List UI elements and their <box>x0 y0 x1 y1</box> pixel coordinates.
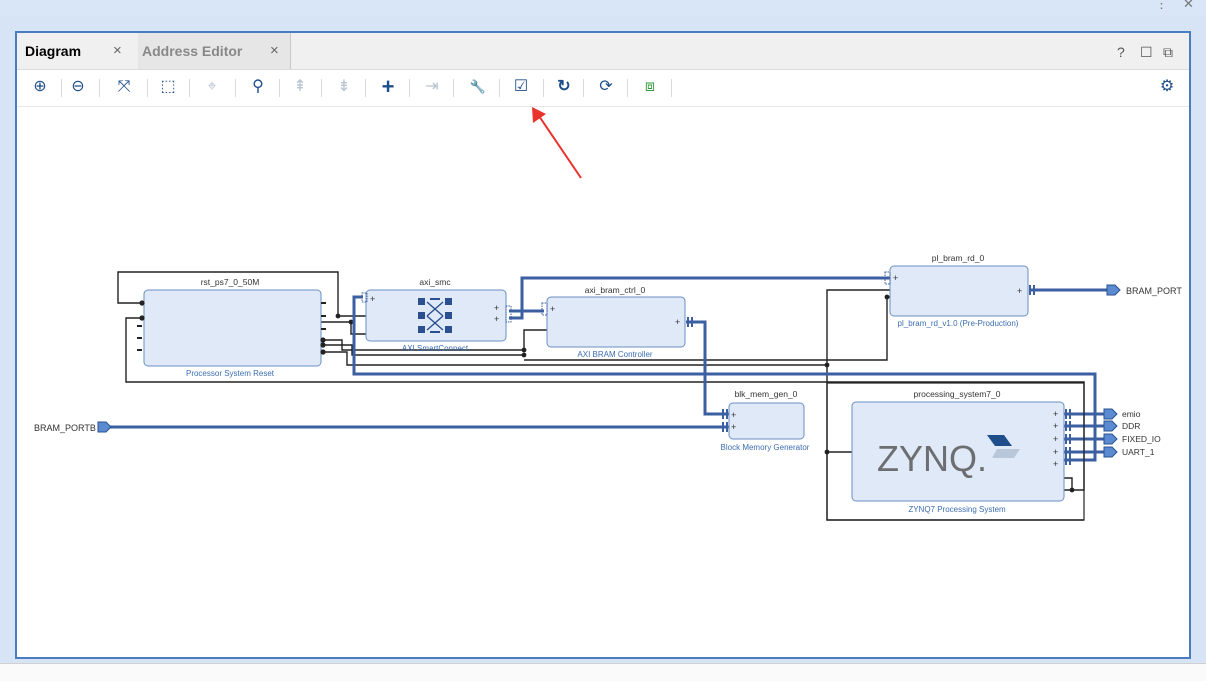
ps7-instance-label: processing_system7_0 <box>914 389 1001 399</box>
tab-diagram-close-icon[interactable]: × <box>113 33 122 69</box>
ps7-type-label: ZYNQ7 Processing System <box>908 505 1006 514</box>
toolbar-separator <box>365 79 366 97</box>
bottom-panel-edge <box>0 663 1206 681</box>
zynq-logo-text: ZYNQ. <box>877 438 987 479</box>
svg-text:+: + <box>370 294 375 304</box>
toolbar-separator <box>321 79 322 97</box>
close-icon[interactable]: ✕ <box>1183 0 1194 12</box>
toolbar-separator <box>409 79 410 97</box>
svg-text:+: + <box>494 314 499 324</box>
svg-text:+: + <box>731 422 736 432</box>
ps7-port-emio[interactable]: emio <box>1103 408 1141 420</box>
customize-wrench-icon[interactable]: 🔧 <box>467 76 489 98</box>
rst-type-label: Processor System Reset <box>186 369 275 378</box>
maximize-icon[interactable]: ☐ <box>1140 33 1153 69</box>
add-ip-icon[interactable]: + <box>377 76 399 98</box>
svg-text:+: + <box>1053 447 1058 457</box>
toolbar-separator <box>99 79 100 97</box>
svg-text:+: + <box>1053 421 1058 431</box>
diagram-toolbar: ⊕ ⊖ ⤧ ⬚ ⌖ ⚲ ⇞ ⇟ + ⇥ 🔧 ☑ ↻ ⟳ ⧈ ⚙ <box>17 70 1189 107</box>
svg-text:UART_1: UART_1 <box>1122 447 1155 457</box>
svg-text:+: + <box>1053 459 1058 469</box>
zoom-out-icon[interactable]: ⊖ <box>67 76 89 98</box>
diagram-canvas[interactable]: BRAM_PORT BRAM_PORTB emio DDR FIXED_IO U… <box>17 107 1189 657</box>
toolbar-separator <box>671 79 672 97</box>
svg-text:+: + <box>494 303 499 313</box>
bram-portb-label: BRAM_PORTB <box>34 423 96 433</box>
collapse-all-icon[interactable]: ⇞ <box>289 76 311 98</box>
tab-bar: Diagram × Address Editor × ? ☐ ⧉ <box>17 33 1189 70</box>
tab-diagram-label: Diagram <box>25 43 82 59</box>
smc-instance-label: axi_smc <box>419 277 451 287</box>
blk-mem-type-label: Block Memory Generator <box>721 443 810 452</box>
block-rst-ps7[interactable]: rst_ps7_0_50M Processor System Reset <box>137 277 326 378</box>
search-icon[interactable]: ⚲ <box>247 76 269 98</box>
bram-ctrl-type-label: AXI BRAM Controller <box>577 350 652 359</box>
pl-bram-instance-label: pl_bram_rd_0 <box>932 253 985 263</box>
auto-fit-selection-icon[interactable]: ⌖ <box>201 76 223 98</box>
toolbar-separator <box>189 79 190 97</box>
help-icon[interactable]: ? <box>1117 33 1125 69</box>
rst-instance-label: rst_ps7_0_50M <box>201 277 260 287</box>
toolbar-separator <box>543 79 544 97</box>
toolbar-separator <box>453 79 454 97</box>
toolbar-separator <box>499 79 500 97</box>
settings-gear-icon[interactable]: ⚙ <box>1156 76 1178 98</box>
svg-text:+: + <box>550 304 555 314</box>
block-axi-bram-ctrl[interactable]: axi_bram_ctrl_0 + + AXI BRAM Controller <box>541 285 693 359</box>
pl-bram-type-label: pl_bram_rd_v1.0 (Pre-Production) <box>898 319 1019 328</box>
zoom-in-icon[interactable]: ⊕ <box>29 76 51 98</box>
block-axi-smc[interactable]: axi_smc + + + AXI SmartConnect <box>361 277 512 353</box>
block-pl-bram-rd[interactable]: pl_bram_rd_0 + + pl_bram_rd_v1.0 (Pre-Pr… <box>884 253 1035 328</box>
toolbar-separator <box>61 79 62 97</box>
blk-mem-instance-label: blk_mem_gen_0 <box>735 389 798 399</box>
more-options-icon[interactable]: ⋮ <box>1155 0 1168 12</box>
toolbar-separator <box>627 79 628 97</box>
ps7-port-uart-1[interactable]: UART_1 <box>1103 446 1155 458</box>
svg-text:FIXED_IO: FIXED_IO <box>1122 434 1161 444</box>
diagram-panel: Diagram × Address Editor × ? ☐ ⧉ ⊕ ⊖ ⤧ ⬚… <box>15 31 1191 659</box>
svg-text:emio: emio <box>1122 409 1141 419</box>
svg-text:+: + <box>1053 409 1058 419</box>
svg-text:+: + <box>1053 434 1058 444</box>
optimize-routing-icon[interactable]: ⟳ <box>595 76 617 98</box>
toolbar-separator <box>147 79 148 97</box>
block-processing-system7[interactable]: processing_system7_0 ZYNQ. + + + + + ZYN… <box>826 382 1085 521</box>
expand-all-icon[interactable]: ⇟ <box>333 76 355 98</box>
bram-ctrl-instance-label: axi_bram_ctrl_0 <box>585 285 646 295</box>
svg-text:+: + <box>675 317 680 327</box>
title-strip: ⋮ ✕ <box>0 0 1206 16</box>
toolbar-separator <box>235 79 236 97</box>
external-port-bram-port[interactable]: BRAM_PORT <box>1106 284 1182 296</box>
zoom-fit-icon[interactable]: ⤧ <box>113 76 135 98</box>
block-blk-mem-gen[interactable]: blk_mem_gen_0 + + Block Memory Generator <box>721 389 810 452</box>
svg-text:+: + <box>893 273 898 283</box>
tab-address-editor-close-icon[interactable]: × <box>270 33 279 69</box>
make-connection-icon[interactable]: ⇥ <box>421 76 443 98</box>
validate-design-icon[interactable]: ☑ <box>510 76 532 98</box>
toolbar-separator <box>279 79 280 97</box>
add-module-icon[interactable]: ⧈ <box>639 76 661 98</box>
tab-address-editor[interactable]: Address Editor × <box>138 33 291 69</box>
svg-text:DDR: DDR <box>1122 421 1140 431</box>
smc-type-label: AXI SmartConnect <box>402 344 469 353</box>
zoom-area-icon[interactable]: ⬚ <box>157 76 179 98</box>
tab-address-editor-label: Address Editor <box>142 43 243 59</box>
external-port-bram-portb[interactable]: BRAM_PORTB <box>34 421 112 433</box>
svg-text:+: + <box>1017 286 1022 296</box>
tab-diagram[interactable]: Diagram × <box>17 33 138 69</box>
annotation-arrow <box>532 107 582 179</box>
ps7-port-fixed-io[interactable]: FIXED_IO <box>1103 433 1161 445</box>
float-window-icon[interactable]: ⧉ <box>1163 33 1173 69</box>
toolbar-separator <box>583 79 584 97</box>
ps7-port-ddr[interactable]: DDR <box>1103 420 1140 432</box>
bram-port-label: BRAM_PORT <box>1126 286 1182 296</box>
svg-text:+: + <box>731 410 736 420</box>
regenerate-layout-icon[interactable]: ↻ <box>553 76 575 98</box>
